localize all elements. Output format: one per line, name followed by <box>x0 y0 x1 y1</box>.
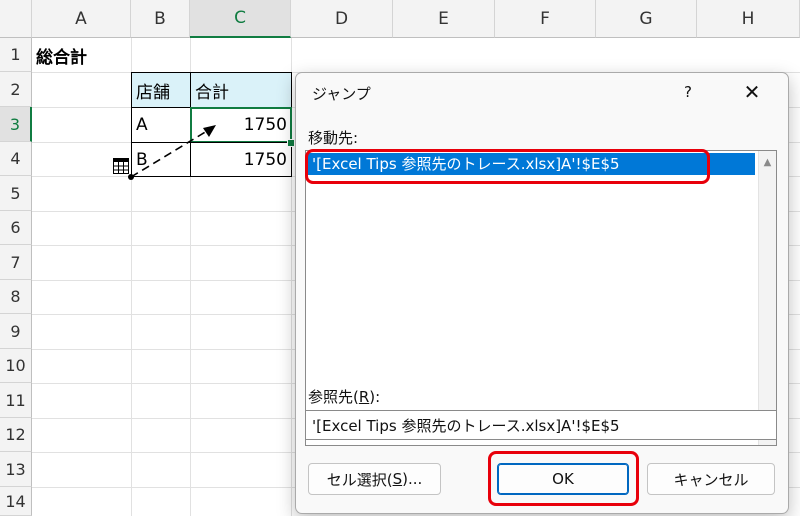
row-header-11[interactable]: 11 <box>0 383 32 418</box>
cell-b2[interactable]: 店舗 <box>131 72 191 108</box>
cell-b3[interactable]: A <box>131 107 191 143</box>
cell-b4[interactable]: B <box>131 142 191 177</box>
special-button-suffix: )... <box>402 470 423 488</box>
goto-dialog: ジャンプ ? ✕ 移動先: '[Excel Tips 参照先のトレース.xlsx… <box>295 72 789 514</box>
help-button[interactable]: ? <box>674 77 702 107</box>
goto-label: 移動先: <box>308 129 359 147</box>
select-all-corner[interactable] <box>0 0 32 38</box>
reference-input[interactable]: '[Excel Tips 参照先のトレース.xlsx]A'!$E$5 <box>305 410 777 440</box>
worksheet-icon[interactable] <box>113 158 129 174</box>
row-header-2[interactable]: 2 <box>0 72 32 107</box>
fill-handle[interactable] <box>287 139 295 147</box>
row-header-10[interactable]: 10 <box>0 349 32 383</box>
row-header-9[interactable]: 9 <box>0 314 32 349</box>
highlight-list-item <box>305 149 710 184</box>
close-button[interactable]: ✕ <box>734 77 770 107</box>
col-header-f[interactable]: F <box>495 0 596 38</box>
row-header-3[interactable]: 3 <box>0 107 32 142</box>
cancel-button[interactable]: キャンセル <box>647 463 775 495</box>
row-header-1[interactable]: 1 <box>0 38 32 72</box>
cell-c3[interactable]: 1750 <box>190 107 292 143</box>
dialog-title: ジャンプ <box>312 85 371 103</box>
row-header-4[interactable]: 4 <box>0 142 32 176</box>
row-header-7[interactable]: 7 <box>0 245 32 280</box>
cell-a1[interactable]: 総合計 <box>32 38 152 72</box>
cell-c4[interactable]: 1750 <box>190 142 292 177</box>
row-header-5[interactable]: 5 <box>0 176 32 211</box>
highlight-ok-button <box>488 451 639 506</box>
cell-c2[interactable]: 合計 <box>190 72 292 108</box>
scroll-up-icon[interactable]: ▲ <box>759 153 776 171</box>
special-button-prefix: セル選択( <box>326 470 393 489</box>
col-header-g[interactable]: G <box>596 0 697 38</box>
col-header-b[interactable]: B <box>131 0 190 38</box>
col-header-h[interactable]: H <box>697 0 800 38</box>
row-header-12[interactable]: 12 <box>0 418 32 452</box>
special-button[interactable]: セル選択(S)... <box>308 463 441 495</box>
col-header-e[interactable]: E <box>393 0 495 38</box>
reference-label-suffix: ): <box>369 388 381 406</box>
reference-label-key: R <box>358 388 370 406</box>
col-header-c[interactable]: C <box>190 0 291 38</box>
col-header-a[interactable]: A <box>32 0 131 38</box>
reference-label: 参照先(R): <box>308 386 380 407</box>
row-header-14[interactable]: 14 <box>0 487 32 516</box>
special-button-key: S <box>392 470 403 488</box>
row-header-8[interactable]: 8 <box>0 280 32 314</box>
col-header-d[interactable]: D <box>291 0 393 38</box>
listbox-scrollbar[interactable]: ▲ ▼ <box>758 151 776 445</box>
reference-label-prefix: 参照先( <box>308 388 359 406</box>
row-header-6[interactable]: 6 <box>0 211 32 245</box>
row-header-13[interactable]: 13 <box>0 452 32 487</box>
